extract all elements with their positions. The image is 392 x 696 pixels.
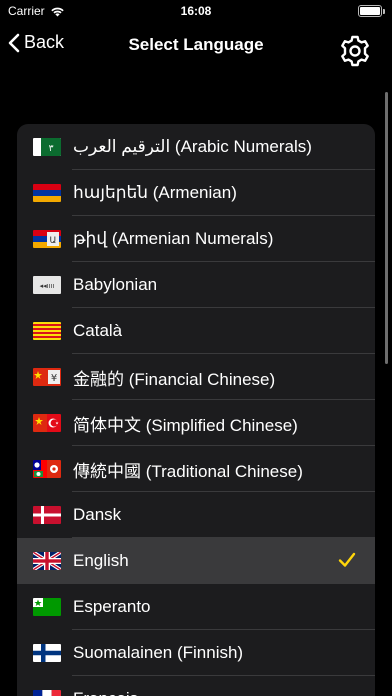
language-row[interactable]: ٣ الترقيم العرب (Arabic Numerals) [17,124,375,170]
language-label: 金融的 (Financial Chinese) [73,369,276,389]
language-label: 傳統中國 (Traditional Chinese) [73,461,303,481]
financial-chinese-flag-icon: ¥ [33,368,61,386]
denmark-flag-icon [33,506,61,524]
language-label: թիվ (Armenian Numerals) [73,229,274,248]
battery-icon [358,5,385,17]
arabic-numerals-flag-icon: ٣ [33,138,61,156]
language-row[interactable]: English [17,538,375,584]
language-row[interactable]: հայերեն (Armenian) [17,170,375,216]
status-bar: Carrier 16:08 [0,0,392,24]
babylonian-flag-icon: ◂◂ıııı [33,276,61,294]
language-label: الترقيم العرب (Arabic Numerals) [73,137,312,156]
armenian-numerals-flag-icon: Ա [33,230,61,248]
language-label: 简体中文 (Simplified Chinese) [73,415,298,435]
esperanto-flag-icon [33,598,61,616]
language-row[interactable]: Աթիվ (Armenian Numerals) [17,216,375,262]
svg-text:◂◂ıııı: ◂◂ıııı [40,282,55,290]
page-title: Select Language [128,35,264,54]
language-label: Suomalainen (Finnish) [73,643,244,662]
scroll-indicator[interactable] [385,92,388,364]
language-row[interactable]: Esperanto [17,584,375,630]
settings-button[interactable] [338,34,372,68]
finland-flag-icon [33,644,61,662]
language-list: ٣ الترقيم العرب (Arabic Numerals) հայերեն … [17,124,375,696]
svg-text:Ա: Ա [50,236,57,246]
language-row[interactable]: ◂◂ıııı Babylonian [17,262,375,308]
language-row[interactable]: Català [17,308,375,354]
language-label: Français [73,689,138,696]
armenia-flag-icon [33,184,61,202]
language-row[interactable]: ¥ 金融的 (Financial Chinese) [17,354,375,400]
language-label: Català [73,321,123,340]
language-label: Babylonian [73,275,158,294]
simplified-chinese-flag-icon [33,414,61,432]
gear-icon [341,35,369,67]
language-label: հայերեն (Armenian) [73,183,237,202]
language-label: Esperanto [73,597,151,616]
navigation-bar: Back Select Language [0,24,392,68]
svg-text:¥: ¥ [51,373,57,384]
language-row[interactable]: Français [17,676,375,696]
status-time: 16:08 [180,4,212,18]
checkmark-icon [338,552,356,567]
language-row[interactable]: Suomalainen (Finnish) [17,630,375,676]
language-row[interactable]: 傳統中國 (Traditional Chinese) [17,446,375,492]
language-label: English [73,551,129,570]
france-flag-icon [33,690,61,696]
language-row[interactable]: 简体中文 (Simplified Chinese) [17,400,375,446]
uk-flag-icon [33,552,61,570]
catalonia-flag-icon [33,322,61,340]
svg-text:٣: ٣ [49,144,54,154]
traditional-chinese-flag-icon [33,460,61,478]
language-label: Dansk [73,505,122,524]
language-row[interactable]: Dansk [17,492,375,538]
